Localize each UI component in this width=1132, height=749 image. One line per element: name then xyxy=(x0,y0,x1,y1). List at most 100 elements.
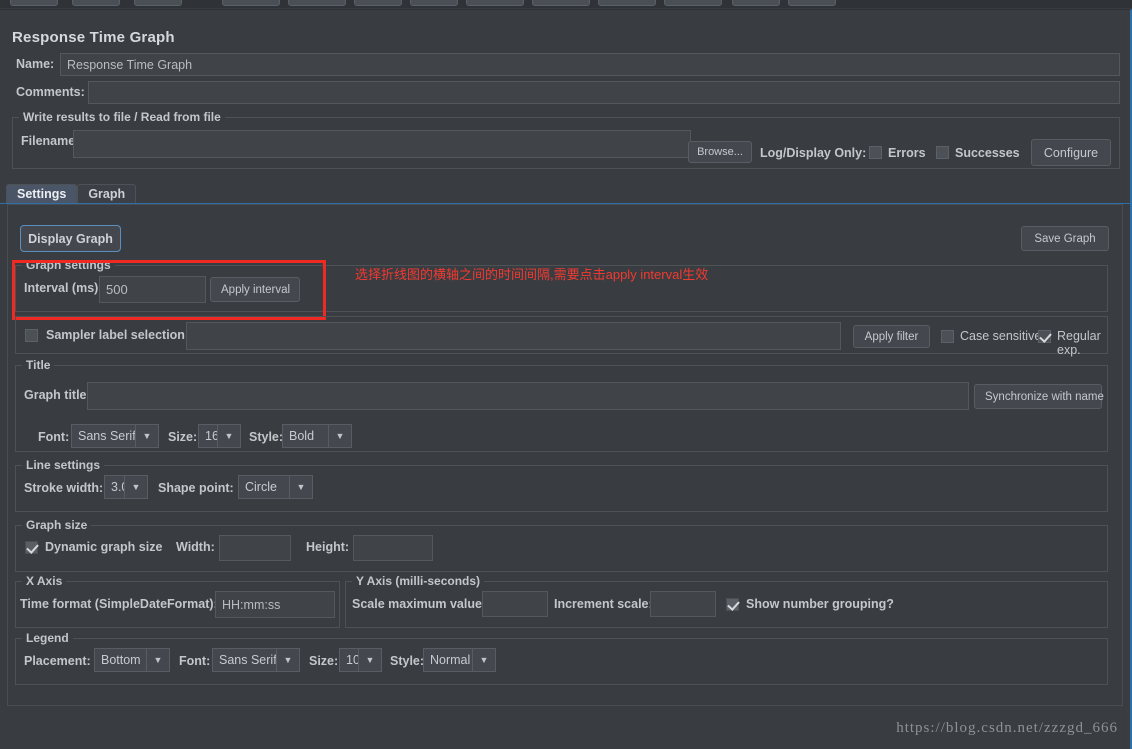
chevron-down-icon: ▼ xyxy=(296,482,306,492)
width-input[interactable] xyxy=(219,535,291,561)
case-sensitive-label: Case sensitive xyxy=(960,329,1042,343)
title-size-label: Size: xyxy=(168,430,198,444)
increment-scale-label: Increment scale: xyxy=(554,597,653,611)
toolbar-button-3[interactable] xyxy=(222,0,280,6)
show-number-grouping-label: Show number grouping? xyxy=(746,597,894,611)
browse-button[interactable]: Browse... xyxy=(688,141,752,163)
height-input[interactable] xyxy=(353,535,433,561)
title-size-combo[interactable]: 16 ▼ xyxy=(198,424,241,448)
tab-graph[interactable]: Graph xyxy=(77,184,137,204)
name-input[interactable] xyxy=(60,53,1120,76)
title-style-value: Bold xyxy=(283,425,329,447)
height-label: Height: xyxy=(306,540,350,554)
legend-group-title: Legend xyxy=(22,631,73,645)
case-sensitive-checkbox[interactable] xyxy=(941,330,954,343)
title-group: Title Graph title: Synchronize with name… xyxy=(15,358,1108,452)
legend-font-combo[interactable]: Sans Serif ▼ xyxy=(212,648,300,672)
time-format-input[interactable] xyxy=(215,591,335,618)
watermark: https://blog.csdn.net/zzzgd_666 xyxy=(896,720,1118,736)
graph-title-label: Graph title: xyxy=(24,388,91,402)
title-size-value: 16 xyxy=(199,425,218,447)
graph-settings-group-title: Graph settings xyxy=(22,258,115,272)
interval-input[interactable] xyxy=(99,276,206,303)
configure-button[interactable]: Configure xyxy=(1031,139,1111,166)
sampler-label-input[interactable] xyxy=(186,322,841,350)
shape-point-value: Circle xyxy=(239,476,290,498)
stroke-width-label: Stroke width: xyxy=(24,481,104,495)
display-graph-button[interactable]: Display Graph xyxy=(20,225,121,252)
legend-font-value: Sans Serif xyxy=(213,649,277,671)
scale-maximum-input[interactable] xyxy=(482,591,548,617)
legend-placement-label: Placement: xyxy=(24,654,91,668)
graph-title-input[interactable] xyxy=(87,382,969,410)
regular-exp-checkbox[interactable] xyxy=(1038,330,1051,343)
legend-group: Legend Placement: Bottom ▼ Font: Sans Se… xyxy=(15,631,1108,685)
time-format-label: Time format (SimpleDateFormat): xyxy=(20,597,218,611)
sampler-label-text: Sampler label selection: xyxy=(46,328,190,342)
name-label: Name: xyxy=(16,57,55,71)
dynamic-graph-size-label: Dynamic graph size xyxy=(45,540,163,554)
toolbar-button-11[interactable] xyxy=(732,0,780,6)
legend-size-value: 10 xyxy=(340,649,359,671)
toolbar-button-7[interactable] xyxy=(466,0,524,6)
successes-label: Successes xyxy=(955,146,1020,160)
toolbar-button-12[interactable] xyxy=(788,0,836,6)
comments-row: Comments: xyxy=(12,81,1120,105)
title-font-combo[interactable]: Sans Serif ▼ xyxy=(71,424,159,448)
chevron-down-icon: ▼ xyxy=(283,655,293,665)
save-graph-button[interactable]: Save Graph xyxy=(1021,226,1109,251)
chevron-down-icon: ▼ xyxy=(365,655,375,665)
legend-style-combo[interactable]: Normal ▼ xyxy=(423,648,496,672)
comments-label: Comments: xyxy=(16,85,85,99)
chevron-down-icon: ▼ xyxy=(131,482,141,492)
title-font-label: Font: xyxy=(38,430,70,444)
toolbar-button-5[interactable] xyxy=(354,0,402,6)
filename-input[interactable] xyxy=(73,130,691,158)
title-style-combo[interactable]: Bold ▼ xyxy=(282,424,352,448)
toolbar-button-2[interactable] xyxy=(134,0,182,6)
y-axis-group-title: Y Axis (milli-seconds) xyxy=(352,574,485,588)
toolbar-button-4[interactable] xyxy=(288,0,346,6)
log-display-only-label: Log/Display Only: xyxy=(760,146,867,160)
width-label: Width: xyxy=(176,540,215,554)
graph-size-group-title: Graph size xyxy=(22,518,92,532)
toolbar-button-9[interactable] xyxy=(598,0,656,6)
sampler-label-checkbox[interactable] xyxy=(25,329,38,342)
line-settings-group-title: Line settings xyxy=(22,458,105,472)
toolbar-button-0[interactable] xyxy=(10,0,58,6)
stroke-width-combo[interactable]: 3.0f ▼ xyxy=(104,475,148,499)
tab-settings[interactable]: Settings xyxy=(6,184,78,204)
legend-placement-combo[interactable]: Bottom ▼ xyxy=(94,648,170,672)
jmeter-window: Response Time Graph Name: Comments: Writ… xyxy=(0,0,1132,749)
increment-scale-input[interactable] xyxy=(650,591,716,617)
sampler-label-group: Sampler label selection: Apply filter Ca… xyxy=(15,316,1108,357)
chevron-down-icon: ▼ xyxy=(153,655,163,665)
tab-bar: Settings Graph xyxy=(6,184,137,204)
successes-checkbox[interactable] xyxy=(936,146,949,159)
stroke-width-value: 3.0f xyxy=(105,476,125,498)
title-group-title: Title xyxy=(22,358,55,372)
show-number-grouping-checkbox[interactable] xyxy=(726,598,739,611)
title-font-value: Sans Serif xyxy=(72,425,136,447)
synchronize-with-name-button[interactable]: Synchronize with name xyxy=(974,384,1104,409)
legend-size-combo[interactable]: 10 ▼ xyxy=(339,648,382,672)
errors-label: Errors xyxy=(888,146,926,160)
filename-label: Filename xyxy=(21,134,76,148)
toolbar-button-6[interactable] xyxy=(410,0,458,6)
dynamic-graph-size-checkbox[interactable] xyxy=(25,541,38,554)
toolbar-button-1[interactable] xyxy=(72,0,120,6)
legend-style-label: Style: xyxy=(390,654,425,668)
title-style-label: Style: xyxy=(249,430,284,444)
legend-style-value: Normal xyxy=(424,649,473,671)
errors-checkbox[interactable] xyxy=(869,146,882,159)
x-axis-group-title: X Axis xyxy=(22,574,67,588)
apply-interval-button[interactable]: Apply interval xyxy=(210,277,300,302)
toolbar-button-10[interactable] xyxy=(664,0,722,6)
toolbar-button-8[interactable] xyxy=(532,0,590,6)
graph-size-group: Graph size Dynamic graph size Width: Hei… xyxy=(15,518,1108,572)
chevron-down-icon: ▼ xyxy=(142,431,152,441)
shape-point-combo[interactable]: Circle ▼ xyxy=(238,475,313,499)
legend-size-label: Size: xyxy=(309,654,339,668)
comments-input[interactable] xyxy=(88,81,1120,104)
apply-filter-button[interactable]: Apply filter xyxy=(853,325,930,348)
